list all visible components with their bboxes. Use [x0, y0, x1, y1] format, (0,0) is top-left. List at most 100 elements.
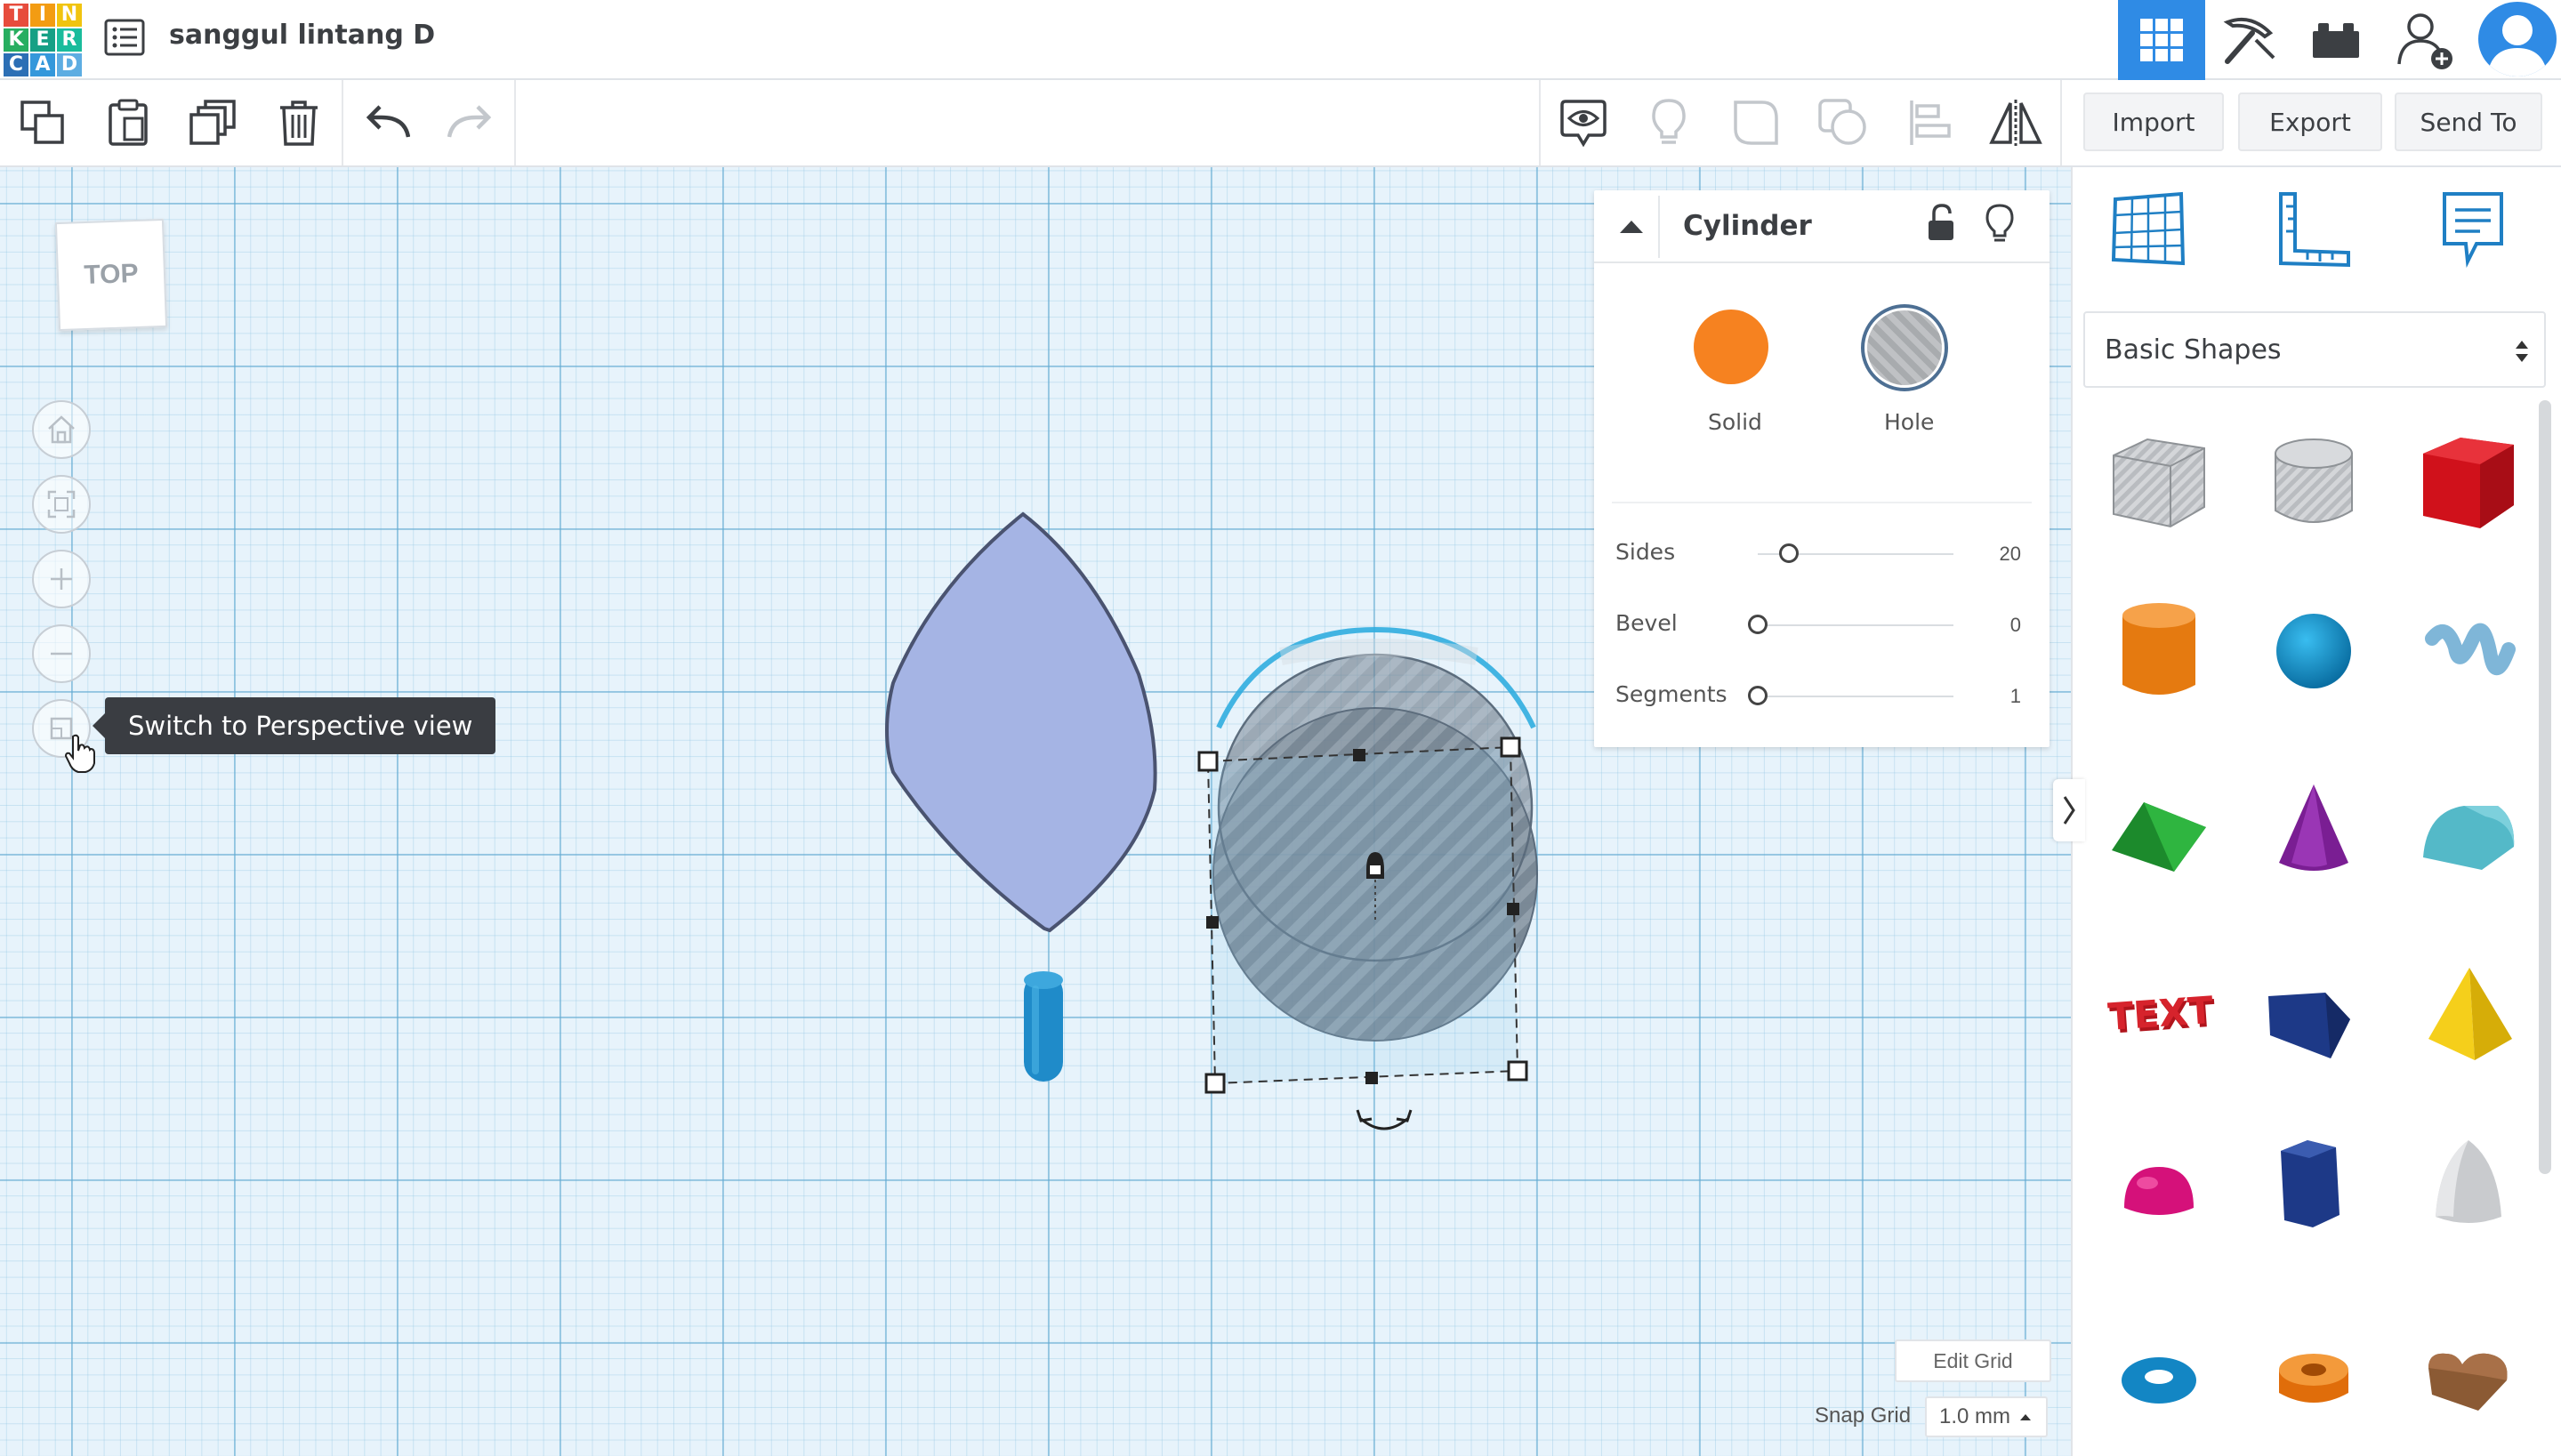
bricks-button[interactable]: [2292, 0, 2380, 80]
petal-shape: [885, 511, 1157, 933]
home-icon: [48, 415, 75, 444]
shape-roof[interactable]: [2092, 765, 2226, 898]
unlock-icon: [1929, 204, 1953, 240]
inspector-divider: [1612, 502, 2032, 503]
zoom-out-button[interactable]: [32, 624, 91, 683]
collapse-inspector-button[interactable]: [1605, 196, 1660, 258]
fit-view-button[interactable]: [32, 475, 91, 534]
plus-icon: [51, 568, 72, 590]
shape-polygon[interactable]: [2247, 1117, 2380, 1251]
bevel-value[interactable]: 0: [1968, 614, 2021, 637]
logo-letter: A: [30, 53, 55, 76]
shapes-scrollbar[interactable]: [2539, 400, 2551, 1174]
grid-view-icon: [2140, 19, 2183, 61]
shape-category-value: Basic Shapes: [2105, 334, 2282, 366]
text-3d-icon: TEXT TEXT: [2106, 988, 2217, 1042]
duplicate-button[interactable]: [171, 80, 256, 165]
lock-button[interactable]: [1925, 203, 1964, 247]
cone-icon: [2279, 784, 2348, 871]
export-button[interactable]: Export: [2238, 93, 2382, 151]
redo-icon: [447, 105, 492, 138]
select-arrows-icon: [2516, 341, 2528, 362]
view-cube[interactable]: TOP: [54, 218, 168, 332]
hide-button[interactable]: [1626, 80, 1711, 165]
zoom-in-button[interactable]: [32, 550, 91, 608]
group-button[interactable]: [1713, 80, 1799, 165]
hide-shape-button[interactable]: [1985, 203, 2021, 247]
shape-cylinder-hole[interactable]: [2247, 418, 2380, 551]
heart-icon: [2428, 1353, 2508, 1411]
shape-text[interactable]: TEXT TEXT: [2092, 946, 2226, 1080]
inspector-header: Cylinder: [1594, 190, 2050, 263]
tinkercad-logo[interactable]: T I N K E R C A D: [2, 2, 82, 78]
shape-tube[interactable]: [2247, 1313, 2380, 1446]
snap-grid-select[interactable]: 1.0 mm: [1925, 1396, 2048, 1437]
snap-grid-value: 1.0 mm: [1939, 1404, 2011, 1428]
shape-cylinder[interactable]: [2092, 585, 2226, 719]
scene-objects: [885, 511, 1538, 1130]
polygon-icon: [2281, 1140, 2340, 1227]
minecraft-build-button[interactable]: [2205, 0, 2292, 80]
ungroup-icon: [1818, 99, 1866, 145]
shape-half-sphere[interactable]: [2092, 1117, 2226, 1251]
bevel-slider-track[interactable]: [1758, 624, 1953, 626]
segments-slider-knob[interactable]: [1748, 686, 1768, 705]
home-view-button[interactable]: [32, 400, 91, 459]
round-roof-icon: [2423, 806, 2515, 870]
show-all-button[interactable]: [1541, 80, 1626, 165]
shape-box-hole[interactable]: [2092, 418, 2226, 551]
half-cube-icon: [2268, 993, 2350, 1058]
hole-option[interactable]: [1861, 304, 1948, 391]
shape-box[interactable]: [2402, 418, 2535, 551]
shape-half-cube[interactable]: [2247, 946, 2380, 1080]
add-user-icon: [2397, 13, 2452, 69]
logo-letter: T: [4, 4, 28, 27]
sides-slider-knob[interactable]: [1779, 543, 1800, 563]
shape-cone[interactable]: [2247, 765, 2380, 898]
caret-up-icon: [1620, 221, 1643, 233]
import-button[interactable]: Import: [2083, 93, 2224, 151]
collapse-panel-tab[interactable]: [2053, 779, 2085, 841]
design-list-button[interactable]: [103, 18, 148, 57]
shape-torus[interactable]: [2092, 1313, 2226, 1446]
delete-button[interactable]: [256, 80, 342, 165]
mirror-button[interactable]: [1973, 80, 2058, 165]
shape-heart[interactable]: [2402, 1313, 2535, 1446]
solid-option[interactable]: [1694, 310, 1768, 384]
paraboloid-icon: [2436, 1140, 2501, 1223]
notes-tool-button[interactable]: [2437, 189, 2526, 278]
workplane-tool-button[interactable]: [2108, 189, 2197, 278]
ruler-tool-button[interactable]: [2274, 189, 2363, 278]
shape-category-select[interactable]: Basic Shapes: [2083, 311, 2546, 388]
send-to-button[interactable]: Send To: [2395, 93, 2542, 151]
shape-round-roof[interactable]: [2402, 765, 2535, 898]
shape-sphere[interactable]: [2247, 585, 2380, 719]
align-button[interactable]: [1888, 80, 1973, 165]
segments-slider-track[interactable]: [1758, 696, 1953, 697]
edit-grid-button[interactable]: Edit Grid: [1895, 1339, 2051, 1382]
segments-label: Segments: [1615, 681, 1727, 707]
chevron-right-icon: [2063, 796, 2075, 825]
copy-button[interactable]: [0, 80, 85, 165]
list-icon: [104, 19, 145, 56]
undo-button[interactable]: [345, 80, 431, 165]
caret-up-icon: [2020, 1414, 2032, 1420]
bevel-slider-knob[interactable]: [1748, 615, 1768, 634]
design-title[interactable]: sanggul lintang D: [169, 20, 435, 51]
paste-button[interactable]: [85, 80, 171, 165]
segments-value[interactable]: 1: [1968, 685, 2021, 708]
user-avatar[interactable]: [2478, 2, 2557, 76]
user-avatar-icon: [2487, 15, 2548, 76]
shape-scribble[interactable]: [2402, 585, 2535, 719]
shape-pyramid[interactable]: [2402, 946, 2535, 1080]
invite-user-button[interactable]: [2383, 0, 2468, 80]
half-sphere-icon: [2124, 1167, 2194, 1215]
redo-button[interactable]: [427, 80, 512, 165]
sides-value[interactable]: 20: [1968, 543, 2021, 566]
solid-swatch: [1694, 310, 1768, 384]
ungroup-button[interactable]: [1800, 80, 1886, 165]
shape-paraboloid[interactable]: [2402, 1117, 2535, 1251]
fit-all-icon: [47, 490, 76, 519]
shape-inspector: Cylinder Solid Hole Sides 20 Bevel 0 Seg…: [1594, 190, 2050, 747]
3d-design-view-button[interactable]: [2118, 0, 2205, 80]
